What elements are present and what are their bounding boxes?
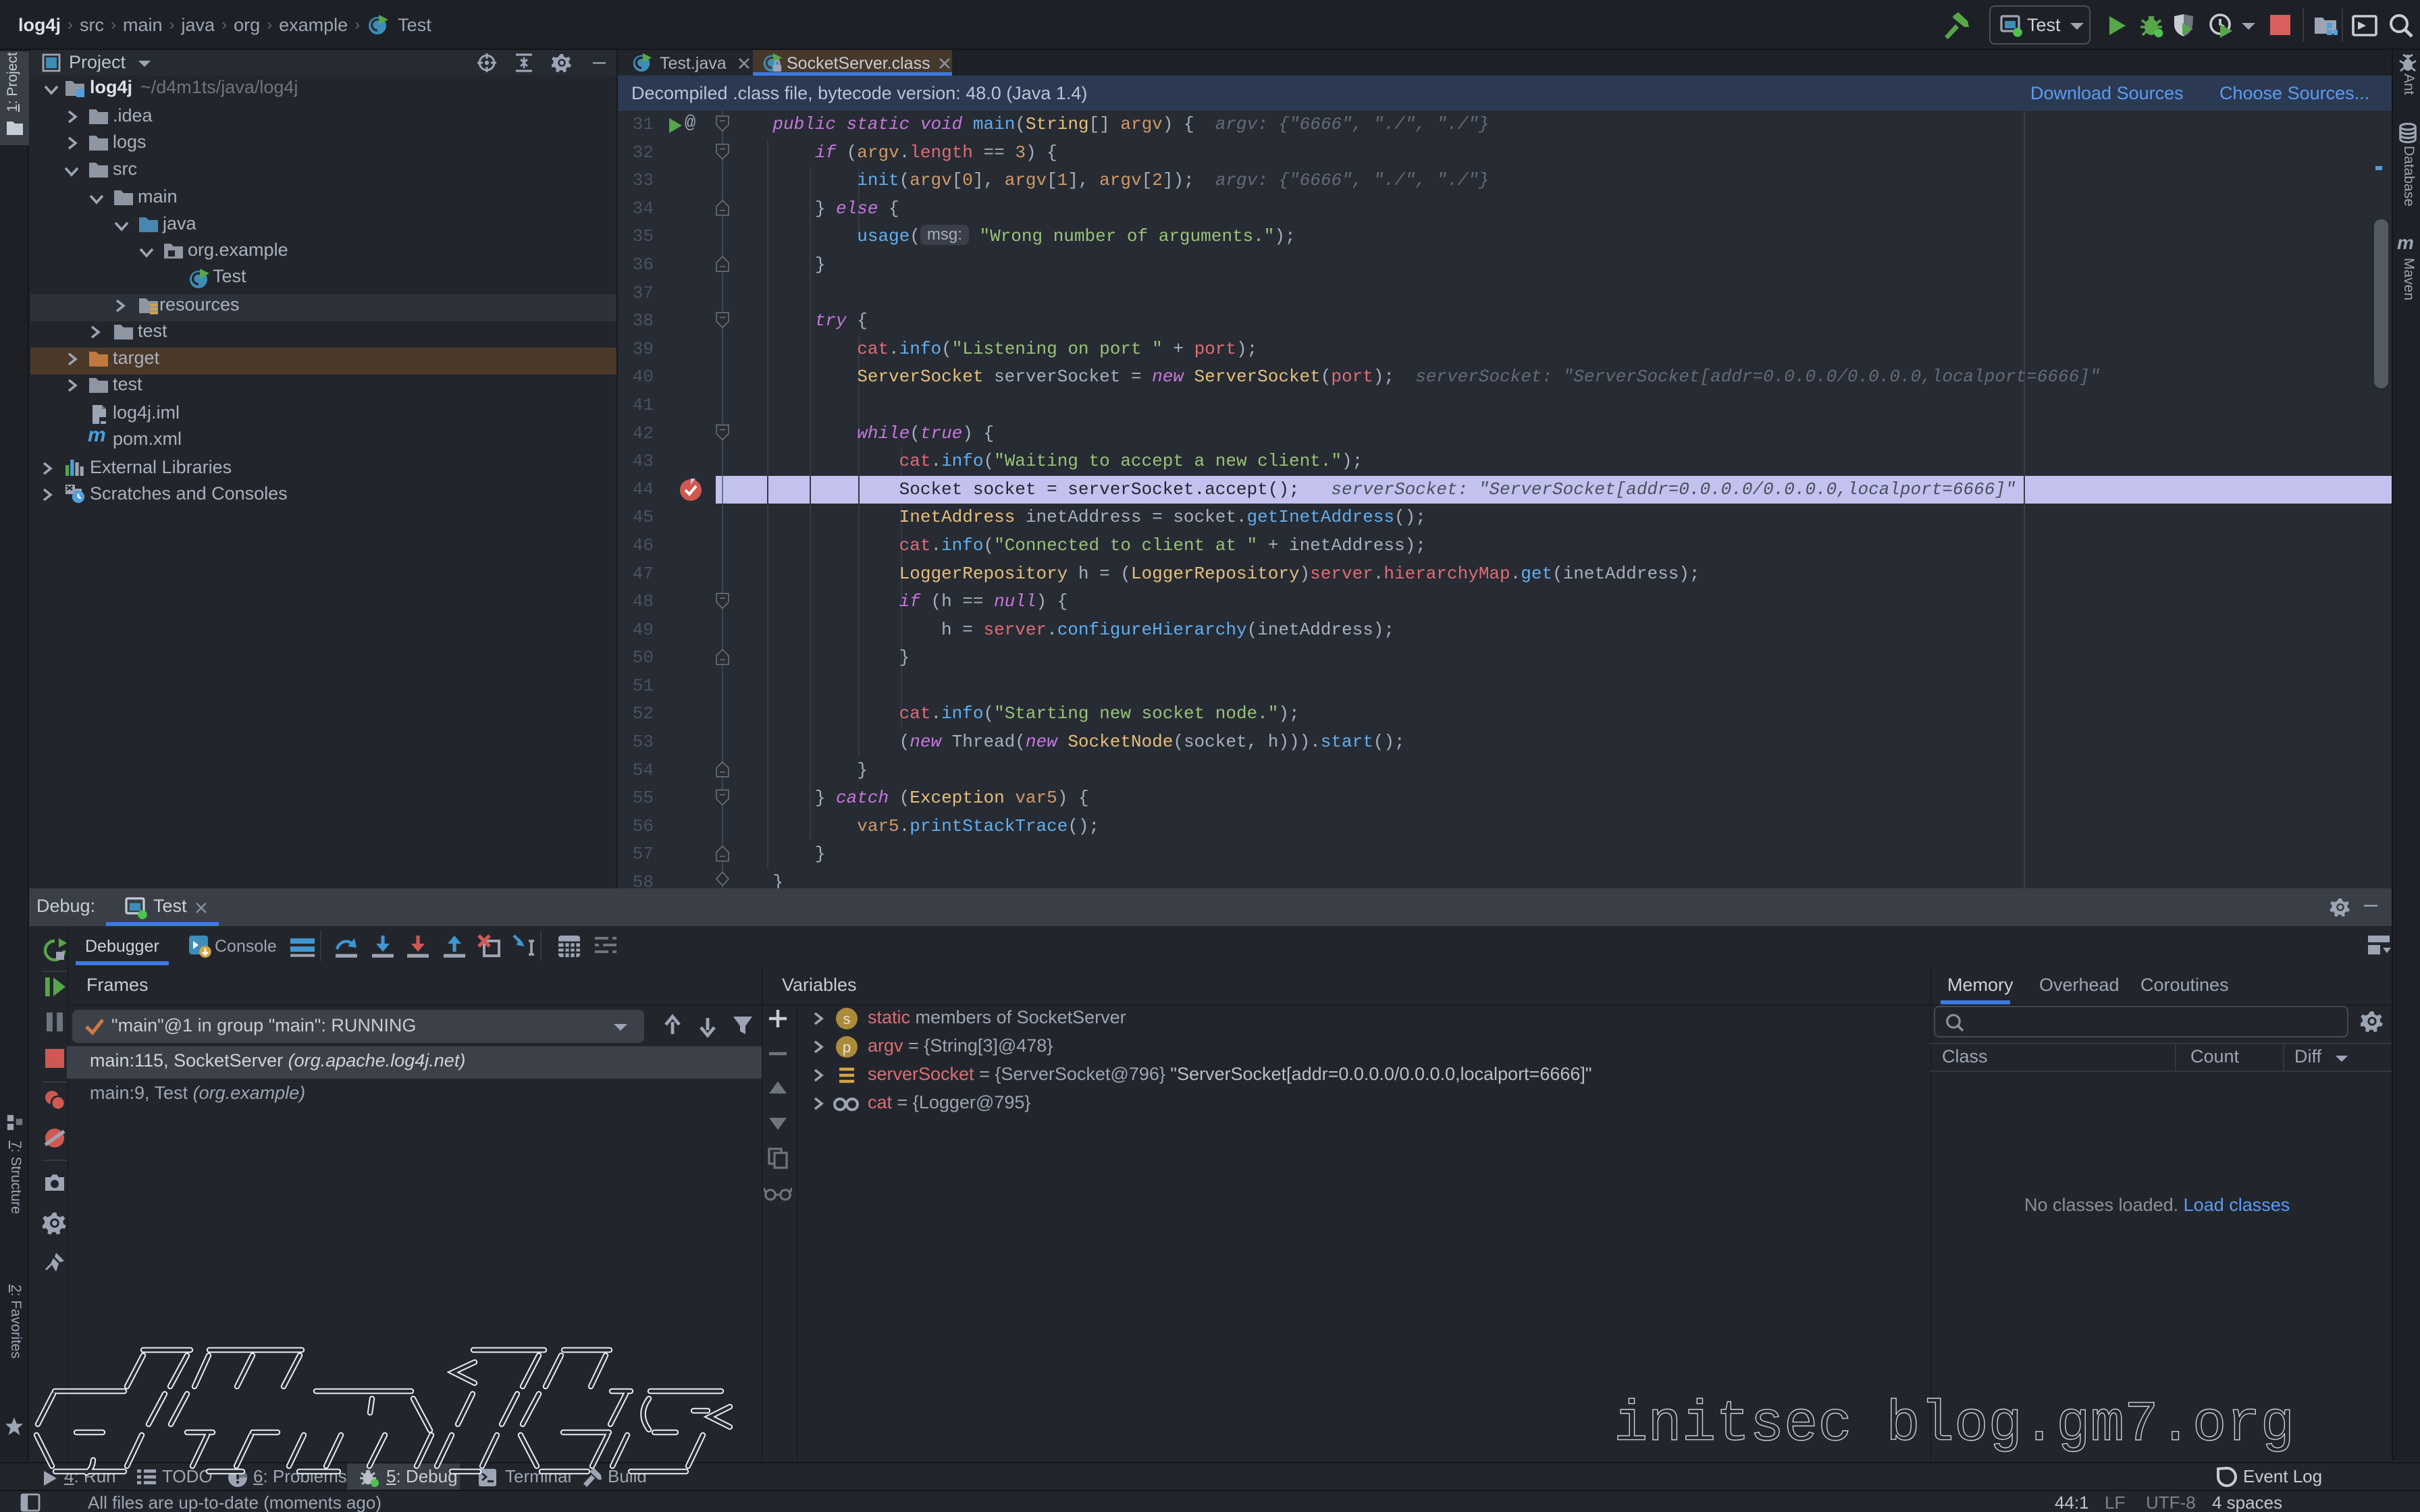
svg-text:s: s bbox=[843, 1010, 851, 1027]
svg-text:p: p bbox=[843, 1039, 851, 1056]
